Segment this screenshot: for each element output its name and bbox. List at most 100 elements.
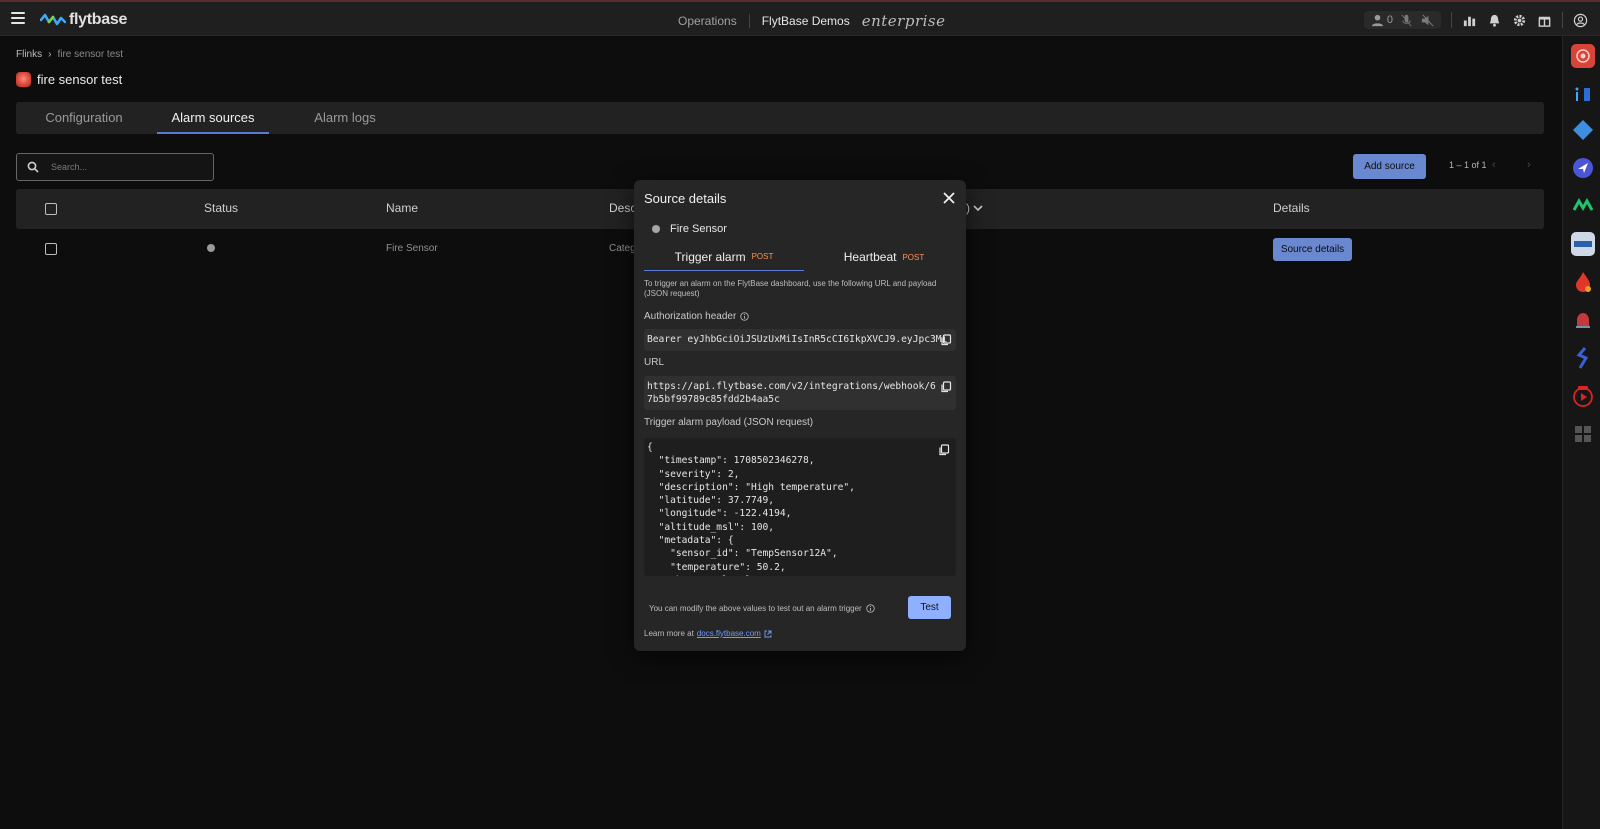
next-page-icon[interactable]: › (1527, 159, 1531, 171)
info-icon[interactable] (740, 312, 749, 321)
source-row: Fire Sensor (652, 223, 727, 235)
divider (748, 14, 750, 28)
tab-trigger-alarm[interactable]: Trigger alarm POST (644, 243, 804, 271)
live-app-icon[interactable] (1571, 384, 1595, 408)
account-icon[interactable] (1573, 13, 1588, 28)
apps-grid-icon[interactable] (1571, 422, 1595, 446)
url-label-row: URL (644, 357, 664, 368)
flink-avatar (16, 72, 31, 87)
settings-icon[interactable] (1512, 13, 1527, 28)
row-name: Fire Sensor (386, 243, 438, 254)
external-link-icon[interactable] (764, 630, 772, 638)
comms-group: 0 (1363, 11, 1441, 29)
add-source-button[interactable]: Add source (1353, 154, 1426, 179)
column-details: Details (1273, 201, 1310, 215)
test-button[interactable]: Test (908, 596, 951, 619)
copy-icon[interactable] (940, 381, 952, 393)
source-details-modal: Source details Fire Sensor Trigger alarm… (634, 180, 966, 651)
payload-text[interactable]: { "timestamp": 1708502346278, "severity"… (644, 438, 956, 576)
user-count: 0 (1386, 14, 1393, 26)
modal-title: Source details (644, 191, 727, 206)
method-badge: POST (751, 252, 774, 261)
speaker-off-icon[interactable] (1420, 13, 1435, 28)
payload-label: Trigger alarm payload (JSON request) (644, 417, 814, 428)
search-box (16, 153, 214, 181)
select-all-checkbox[interactable] (45, 203, 57, 215)
payload-editor[interactable]: { "timestamp": 1708502346278, "severity"… (644, 438, 956, 576)
breadcrumb: Flinks › fire sensor test (16, 49, 123, 60)
chain-app-icon[interactable] (1571, 346, 1595, 370)
breadcrumb-separator: › (48, 49, 52, 60)
copy-icon[interactable] (938, 444, 950, 456)
flytbase-logo-mark (40, 13, 66, 26)
genetec-app-icon[interactable] (1571, 232, 1595, 256)
info-app-icon[interactable] (1571, 82, 1595, 106)
tab-heartbeat[interactable]: Heartbeat POST (804, 243, 964, 271)
row-checkbox[interactable] (45, 243, 57, 255)
alarm-app-icon[interactable] (1571, 308, 1595, 332)
top-bar: flytbase Operations FlytBase Demos enter… (0, 0, 1600, 36)
navigation-app-icon[interactable] (1571, 156, 1595, 180)
docs-link[interactable]: docs.flytbase.com (697, 629, 761, 638)
breadcrumb-current: fire sensor test (57, 49, 124, 60)
logo-text: flytbase (69, 11, 128, 28)
footer-note: You can modify the above values to test … (649, 604, 862, 613)
chevron-down-icon[interactable] (973, 204, 983, 212)
search-input[interactable] (51, 162, 191, 172)
bell-icon[interactable] (1487, 13, 1502, 28)
auth-header-value: Bearer eyJhbGciOiJSUzUxMiIsInR5cCI6IkpXV… (647, 334, 948, 345)
column-partial[interactable]: ) (966, 201, 970, 215)
tabs-bar: Configuration Alarm sources Alarm logs (16, 102, 1544, 134)
operations-link[interactable]: Operations (678, 14, 737, 28)
tab-configuration[interactable]: Configuration (30, 102, 138, 134)
prev-page-icon[interactable]: ‹ (1492, 159, 1496, 171)
source-name: Fire Sensor (670, 223, 727, 235)
source-details-button[interactable]: Source details (1273, 238, 1352, 261)
row-description: Categ (609, 243, 636, 254)
top-center: Operations FlytBase Demos enterprise (678, 12, 946, 30)
column-name[interactable]: Name (386, 201, 418, 215)
divider (1562, 12, 1563, 28)
divider (1451, 12, 1452, 28)
breadcrumb-root[interactable]: Flinks (16, 49, 42, 60)
page-title: fire sensor test (16, 72, 122, 87)
tab-trigger-alarm-label: Trigger alarm (674, 249, 746, 264)
url-field[interactable]: https://api.flytbase.com/v2/integrations… (644, 376, 956, 410)
info-icon[interactable] (866, 604, 875, 613)
top-right-actions: 0 (1363, 11, 1588, 29)
method-badge: POST (902, 252, 925, 262)
flytbase-logo[interactable]: flytbase (40, 10, 127, 30)
pagination-label: 1 – 1 of 1 (1449, 160, 1487, 170)
url-value: https://api.flytbase.com/v2/integrations… (647, 381, 936, 405)
analytics-icon[interactable] (1462, 13, 1477, 28)
right-app-rail (1562, 36, 1600, 829)
fire-app-icon[interactable] (1571, 44, 1595, 68)
tab-heartbeat-label: Heartbeat (843, 250, 897, 264)
column-status[interactable]: Status (204, 201, 238, 215)
org-name[interactable]: FlytBase Demos (762, 14, 850, 28)
auth-header-label-row: Authorization header (644, 311, 749, 322)
close-icon[interactable] (942, 191, 956, 205)
column-description[interactable]: Desc (609, 201, 636, 215)
diamond-app-icon[interactable] (1571, 118, 1595, 142)
source-status-dot (652, 225, 660, 233)
green-app-icon[interactable] (1571, 194, 1595, 218)
menu-icon[interactable] (11, 12, 25, 24)
auth-header-label: Authorization header (644, 311, 737, 322)
gift-icon[interactable] (1537, 13, 1552, 28)
footer-note-row: You can modify the above values to test … (649, 604, 875, 613)
microphone-off-icon[interactable] (1399, 13, 1414, 28)
url-label: URL (644, 357, 665, 368)
users-icon[interactable] (1370, 13, 1385, 28)
tab-alarm-sources[interactable]: Alarm sources (157, 102, 269, 134)
copy-icon[interactable] (940, 334, 952, 346)
payload-label-row: Trigger alarm payload (JSON request) (644, 417, 813, 428)
tab-alarm-logs[interactable]: Alarm logs (300, 102, 390, 134)
trigger-description: To trigger an alarm on the FlytBase dash… (644, 279, 937, 298)
edition-label: enterprise (861, 12, 946, 30)
page-title-text: fire sensor test (37, 72, 123, 87)
status-indicator (207, 244, 215, 252)
learn-more-prefix: Learn more at (644, 629, 694, 638)
flame-app-icon[interactable] (1571, 270, 1595, 294)
auth-header-field[interactable]: Bearer eyJhbGciOiJSUzUxMiIsInR5cCI6IkpXV… (644, 329, 956, 351)
